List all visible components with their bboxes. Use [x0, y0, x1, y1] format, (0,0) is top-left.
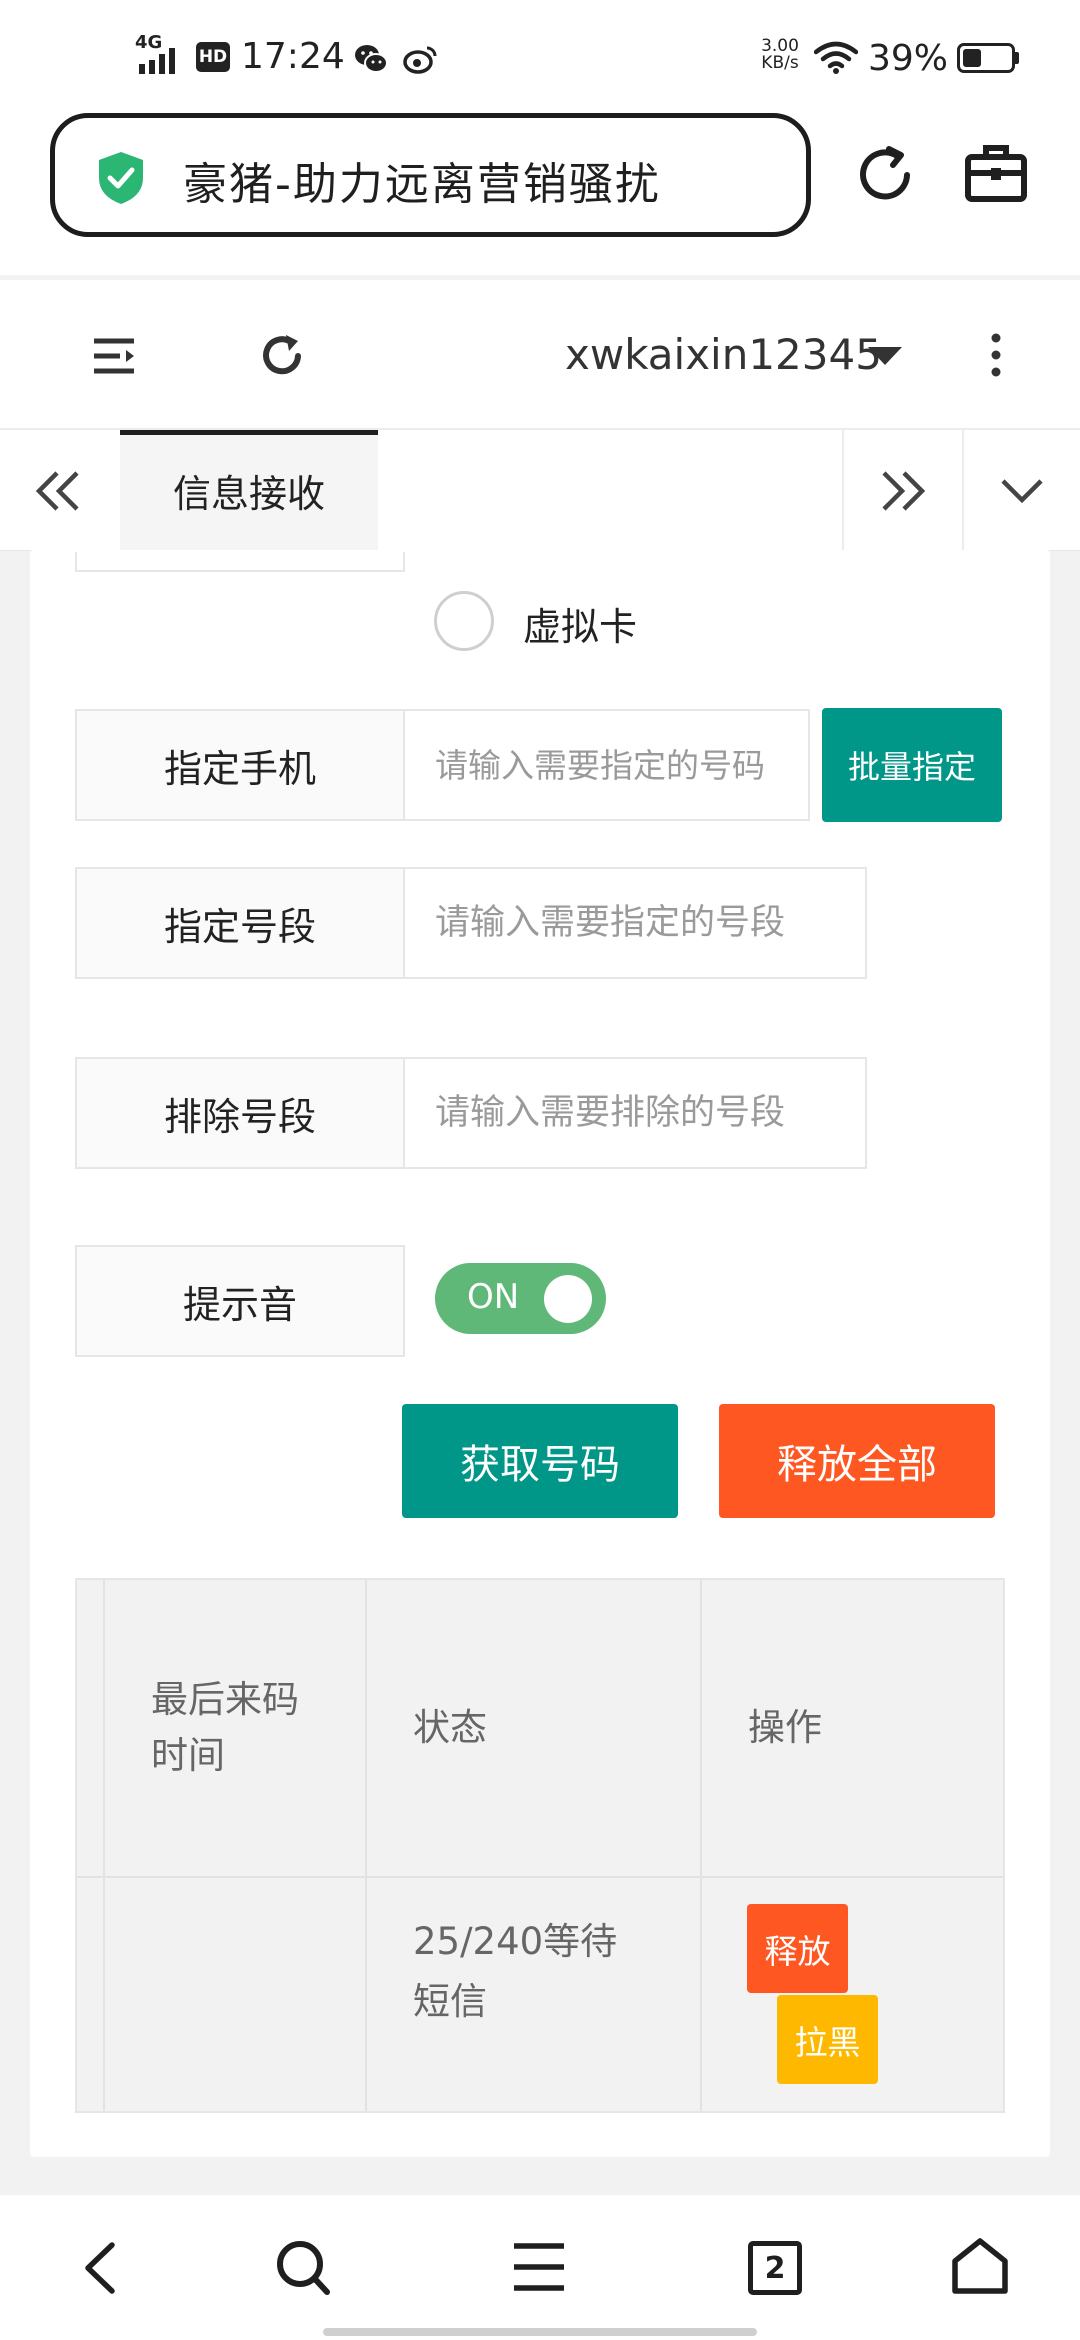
prefix-input[interactable]	[403, 867, 867, 979]
exclude-field-label: 排除号段	[75, 1057, 405, 1169]
cell-status: 25/240等待 短信	[413, 1912, 617, 2032]
network-speed: 3.00 KB/s	[757, 38, 803, 72]
page-title: 豪猪-助力远离营销骚扰	[183, 159, 661, 210]
tab-label: 信息接收	[172, 472, 325, 516]
more-vertical-icon[interactable]	[988, 332, 1004, 378]
header-status: 状态	[413, 1706, 487, 1749]
tab-divider	[842, 430, 844, 550]
wifi-icon	[814, 41, 858, 74]
wechat-icon	[355, 45, 388, 73]
phone-input[interactable]	[403, 709, 810, 821]
tab-info-receive[interactable]: 信息接收	[120, 430, 378, 550]
table-header-row: 最后来码 时间 状态 操作	[77, 1580, 1003, 1876]
tab-bar: 信息接收	[0, 430, 1080, 551]
home-indicator	[323, 2328, 757, 2336]
speed-unit: KB/s	[761, 53, 799, 73]
battery-percent: 39%	[868, 38, 949, 79]
virtual-card-label: 虚拟卡	[523, 605, 638, 649]
tabs-count-button[interactable]: 2	[748, 2241, 802, 2295]
table-row: 25/240等待 短信 释放 拉黑	[77, 1878, 1003, 2111]
menu-collapse-icon[interactable]	[92, 336, 138, 376]
menu-icon[interactable]	[512, 2241, 566, 2293]
sound-field-label: 提示音	[75, 1245, 405, 1357]
status-line2: 短信	[413, 1980, 487, 2023]
release-button[interactable]: 释放	[747, 1904, 848, 1993]
search-icon[interactable]	[275, 2239, 331, 2297]
toolbox-icon[interactable]	[964, 143, 1028, 205]
back-icon[interactable]	[82, 2241, 116, 2295]
username-dropdown[interactable]: xwkaixin12345	[565, 330, 882, 379]
chevron-down-icon[interactable]	[866, 345, 904, 367]
bottom-nav: 2	[0, 2195, 1080, 2340]
reload-icon[interactable]	[855, 143, 919, 207]
toggle-knob	[544, 1275, 592, 1323]
refresh-icon[interactable]	[258, 332, 306, 380]
batch-assign-button[interactable]: 批量指定	[822, 708, 1002, 822]
header-last-time-line1: 最后来码	[151, 1678, 299, 1721]
tab-divider	[962, 430, 964, 550]
home-icon[interactable]	[951, 2237, 1009, 2295]
hd-label: HD	[198, 47, 228, 67]
tab-menu-chevron-icon[interactable]	[1000, 478, 1044, 504]
prefix-field-label: 指定号段	[75, 867, 405, 979]
battery-fill	[963, 49, 981, 67]
clock: 17:24	[241, 36, 345, 77]
sound-toggle[interactable]: ON	[435, 1263, 606, 1334]
weibo-icon	[403, 46, 437, 74]
exclude-input[interactable]	[403, 1057, 867, 1169]
tab-scroll-left-icon[interactable]	[35, 470, 83, 512]
numbers-table: 最后来码 时间 状态 操作 25/240等待 短信 释放 拉黑	[75, 1578, 1005, 2113]
status-bar: 4G HD 17:24 3.00 KB/s 39%	[0, 0, 1080, 110]
release-all-button[interactable]: 释放全部	[719, 1404, 995, 1518]
shield-check-icon	[99, 152, 143, 204]
signal-icon: 4G	[135, 32, 191, 78]
scrolled-field-edge	[75, 552, 405, 572]
virtual-card-radio[interactable]	[434, 591, 494, 651]
tab-scroll-right-icon[interactable]	[878, 470, 926, 512]
status-line1: 25/240等待	[413, 1920, 618, 1963]
header-action: 操作	[748, 1706, 822, 1749]
get-number-button[interactable]: 获取号码	[402, 1404, 678, 1518]
battery-icon	[957, 43, 1015, 73]
hd-icon: HD	[196, 42, 230, 72]
phone-field-label: 指定手机	[75, 709, 405, 821]
app-header: xwkaixin12345	[0, 280, 1080, 430]
battery-tip	[1015, 52, 1019, 64]
tabs-count: 2	[764, 2250, 786, 2286]
header-last-time: 最后来码 时间	[151, 1672, 299, 1784]
address-bar[interactable]: 豪猪-助力远离营销骚扰	[50, 113, 811, 237]
blacklist-button[interactable]: 拉黑	[777, 1995, 878, 2084]
toggle-state: ON	[467, 1277, 520, 1317]
header-last-time-line2: 时间	[151, 1734, 225, 1777]
